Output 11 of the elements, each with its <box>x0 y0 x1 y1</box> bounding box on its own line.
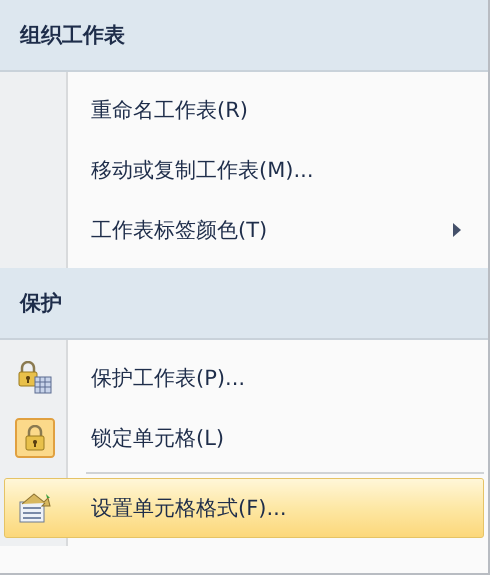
menu-item[interactable]: 保护工作表(P)... <box>4 348 484 408</box>
section-header: 保护 <box>0 268 488 340</box>
menu-item[interactable]: 工作表标签颜色(T) <box>4 200 484 260</box>
lock-grid-icon <box>17 361 53 395</box>
menu-item[interactable]: 移动或复制工作表(M)... <box>4 140 484 200</box>
menu-item[interactable]: 设置单元格格式(F)... <box>4 478 484 538</box>
lock-icon <box>23 425 47 451</box>
menu-item[interactable]: 重命名工作表(R) <box>4 80 484 140</box>
format-cells-icon <box>18 492 52 524</box>
menu-item[interactable]: 锁定单元格(L) <box>4 408 484 468</box>
section-header: 组织工作表 <box>0 0 488 72</box>
